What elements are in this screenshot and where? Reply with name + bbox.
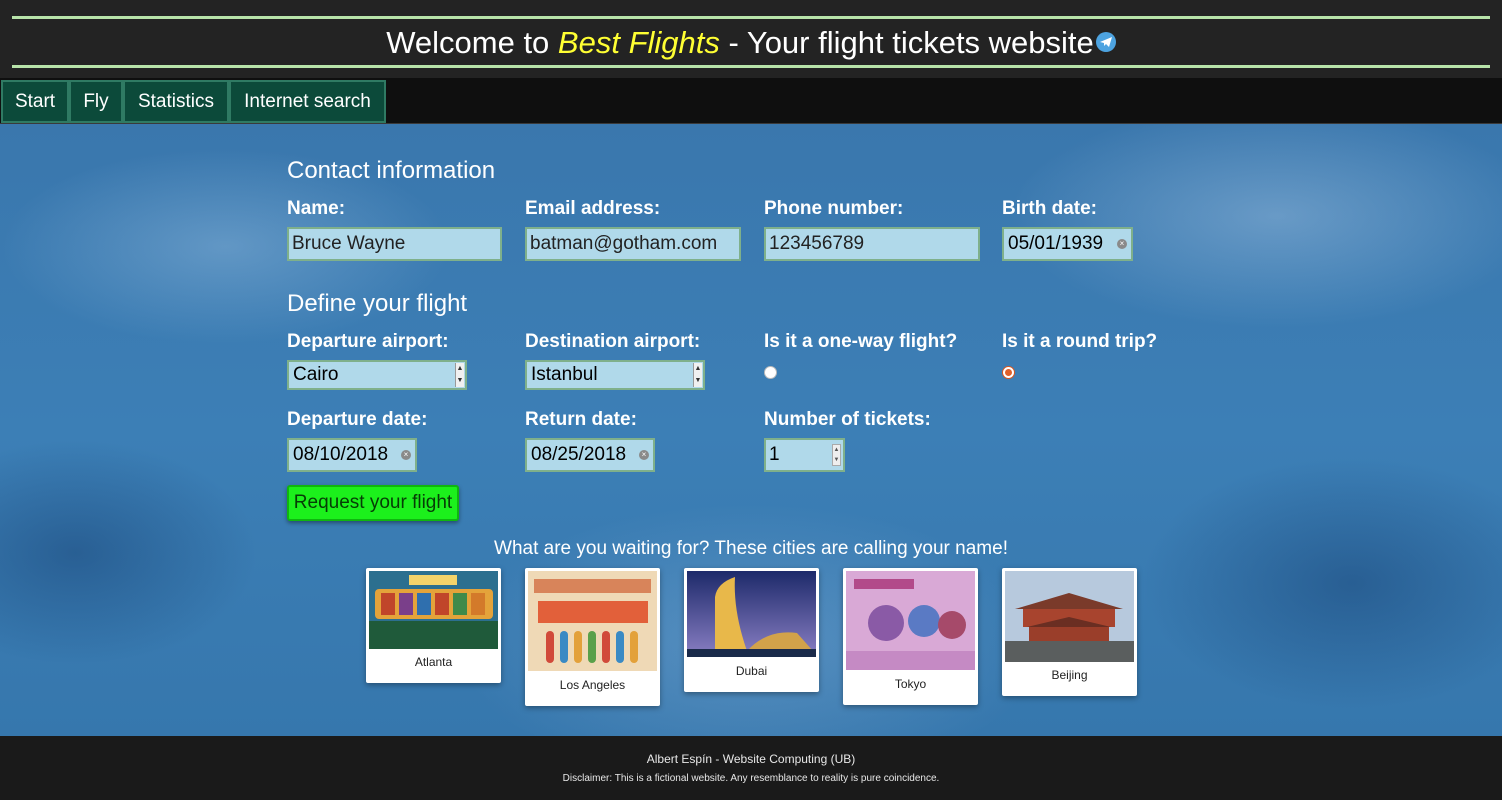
site-footer: Albert Espín - Website Computing (UB) Di… xyxy=(0,736,1502,800)
departure-airport-select[interactable]: Cairo ▲ ▼ xyxy=(287,360,467,390)
city-caption: Atlanta xyxy=(414,655,453,669)
tab-internet-search[interactable]: Internet search xyxy=(229,80,386,123)
name-label: Name: xyxy=(287,198,346,219)
site-header: Welcome to Best Flights - Your flight ti… xyxy=(0,0,1502,78)
title-suffix: - Your flight tickets website xyxy=(719,25,1094,60)
header-top-rule xyxy=(12,16,1490,19)
city-card-tokyo[interactable]: Tokyo xyxy=(843,568,978,705)
tab-statistics[interactable]: Statistics xyxy=(123,80,229,123)
chevron-updown-icon: ▲ ▼ xyxy=(693,363,702,387)
contact-section-title: Contact information xyxy=(287,157,496,184)
main-content: Contact information Name: Bruce Wayne Em… xyxy=(0,124,1502,736)
phone-input[interactable]: 123456789 xyxy=(764,227,980,261)
city-card-beijing[interactable]: Beijing xyxy=(1002,568,1137,696)
clear-icon[interactable]: × xyxy=(1117,239,1127,249)
birth-date-value: 05/01/1939 xyxy=(1008,233,1104,254)
tickets-input[interactable]: 1 ▲ ▼ xyxy=(764,438,845,472)
return-date-input[interactable]: 08/25/2018 × xyxy=(525,438,655,472)
city-caption: Beijing xyxy=(1051,668,1088,682)
departure-date-label: Departure date: xyxy=(287,409,428,430)
flight-section-title: Define your flight xyxy=(287,290,468,317)
destination-airport-value: Istanbul xyxy=(531,364,598,385)
atlanta-postcard-image xyxy=(369,571,498,649)
dubai-postcard-image xyxy=(687,571,816,657)
birth-date-label: Birth date: xyxy=(1002,198,1097,219)
birth-date-input[interactable]: 05/01/1939 × xyxy=(1002,227,1133,261)
destination-airport-select[interactable]: Istanbul ▲ ▼ xyxy=(525,360,705,390)
city-card-atlanta[interactable]: Atlanta xyxy=(366,568,501,683)
departure-date-input[interactable]: 08/10/2018 × xyxy=(287,438,417,472)
title-prefix: Welcome to xyxy=(386,25,558,60)
request-flight-button[interactable]: Request your flight xyxy=(287,485,459,521)
city-card-los-angeles[interactable]: Los Angeles xyxy=(525,568,660,706)
email-label: Email address: xyxy=(525,198,661,219)
destination-airport-label: Destination airport: xyxy=(525,331,701,352)
city-caption: Dubai xyxy=(735,664,768,678)
clear-icon[interactable]: × xyxy=(639,450,649,460)
departure-date-value: 08/10/2018 xyxy=(293,444,389,465)
footer-credit: Albert Espín - Website Computing (UB) xyxy=(646,752,856,766)
beijing-postcard-image xyxy=(1005,571,1134,662)
city-card-dubai[interactable]: Dubai xyxy=(684,568,819,692)
email-input[interactable]: batman@gotham.com xyxy=(525,227,741,261)
return-date-label: Return date: xyxy=(525,409,637,430)
departure-airport-value: Cairo xyxy=(293,364,339,385)
promo-text: What are you waiting for? These cities a… xyxy=(494,538,1008,559)
main-nav: Start Fly Statistics Internet search xyxy=(0,78,1502,124)
spinner-icon[interactable]: ▲ ▼ xyxy=(832,444,841,466)
site-title: Welcome to Best Flights - Your flight ti… xyxy=(0,24,1502,62)
tickets-label: Number of tickets: xyxy=(764,409,931,430)
tokyo-postcard-image xyxy=(846,571,975,670)
roundtrip-label: Is it a round trip? xyxy=(1002,331,1158,352)
brand-name: Best Flights xyxy=(557,25,720,60)
tab-fly[interactable]: Fly xyxy=(69,80,123,123)
footer-disclaimer: Disclaimer: This is a fictional website.… xyxy=(562,773,940,784)
roundtrip-radio[interactable] xyxy=(1002,366,1015,379)
city-caption: Tokyo xyxy=(894,677,927,691)
header-bottom-rule xyxy=(12,65,1490,68)
city-caption: Los Angeles xyxy=(559,678,626,692)
clear-icon[interactable]: × xyxy=(401,450,411,460)
oneway-label: Is it a one-way flight? xyxy=(764,331,958,352)
chevron-updown-icon: ▲ ▼ xyxy=(455,363,464,387)
departure-airport-label: Departure airport: xyxy=(287,331,449,352)
oneway-radio[interactable] xyxy=(764,366,777,379)
los-angeles-postcard-image xyxy=(528,571,657,671)
phone-label: Phone number: xyxy=(764,198,904,219)
tickets-value: 1 xyxy=(769,444,780,465)
tab-start[interactable]: Start xyxy=(1,80,69,123)
return-date-value: 08/25/2018 xyxy=(531,444,627,465)
telegram-plane-icon xyxy=(1095,31,1116,52)
name-input[interactable]: Bruce Wayne xyxy=(287,227,502,261)
